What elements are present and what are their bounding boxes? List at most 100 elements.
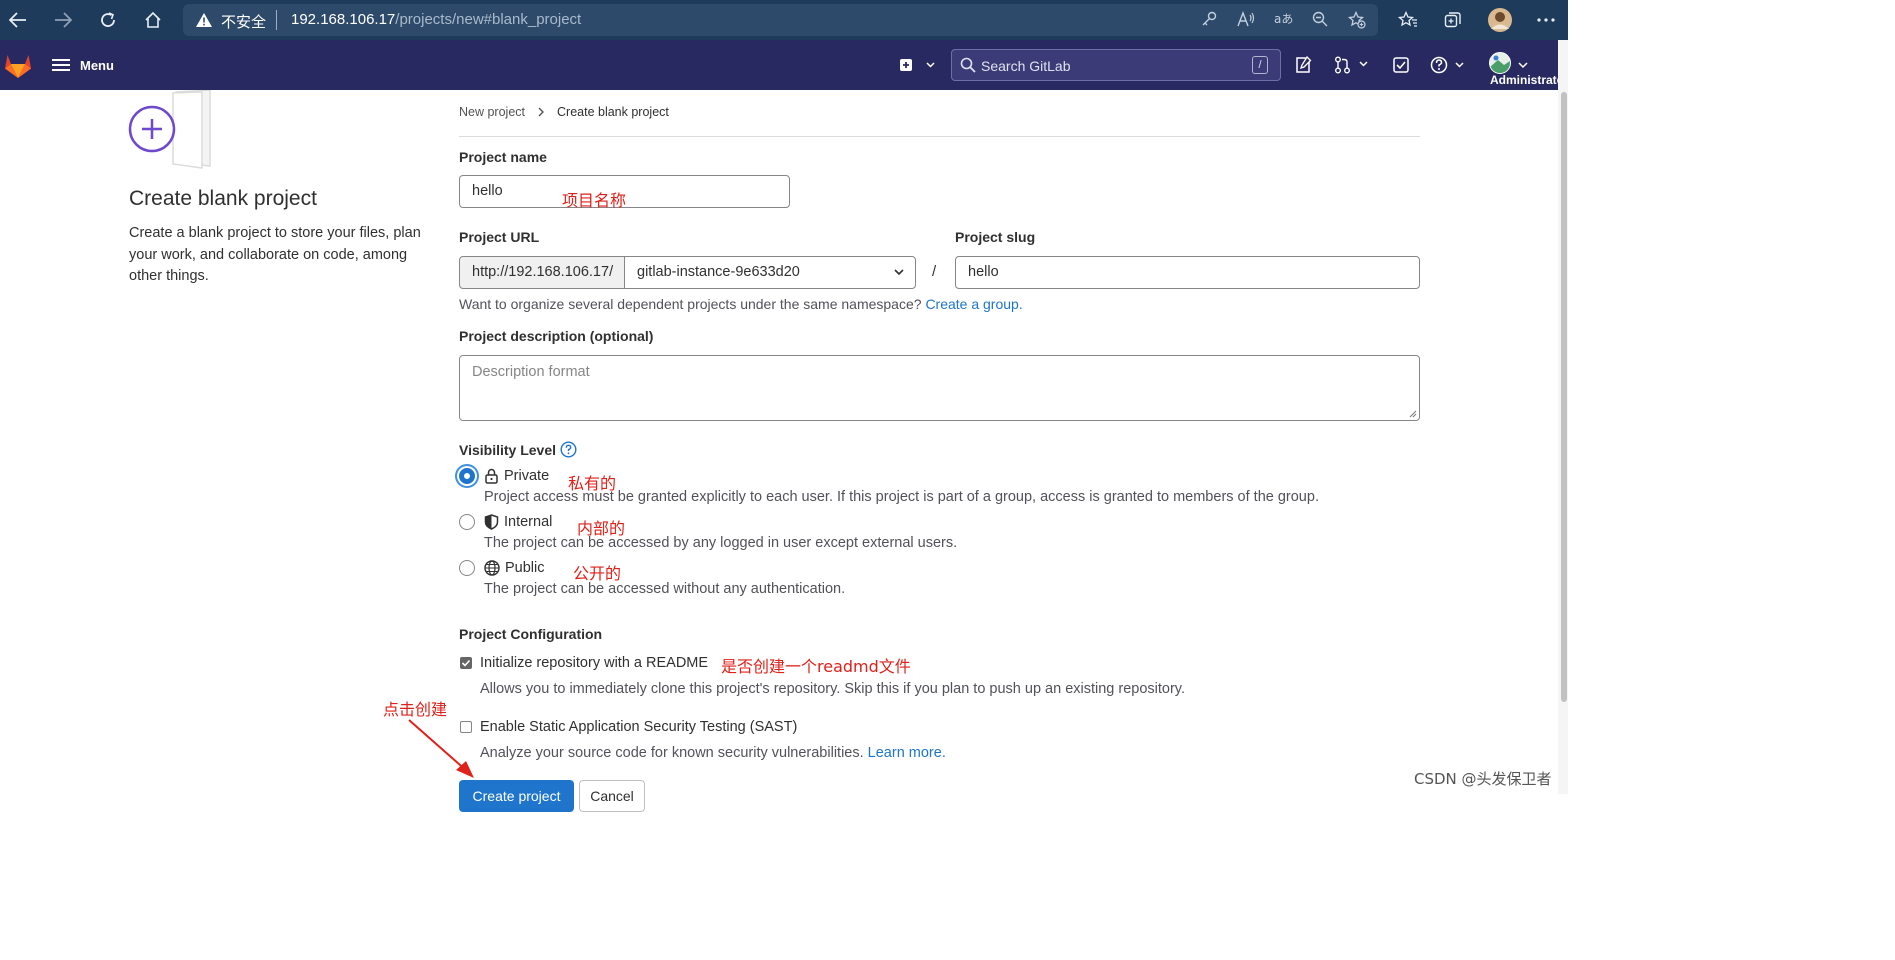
visibility-private-radio[interactable]	[459, 468, 475, 484]
sast-help: Analyze your source code for known secur…	[480, 745, 946, 761]
visibility-private-description: Project access must be granted explicitl…	[484, 489, 1319, 505]
zoom-out-icon[interactable]	[1312, 11, 1328, 31]
description-label: Project description (optional)	[459, 328, 654, 344]
learn-more-link[interactable]: Learn more.	[868, 745, 946, 761]
visibility-label: Visibility Level	[459, 441, 557, 458]
visibility-public-radio[interactable]	[459, 560, 475, 576]
chevron-right-icon	[538, 107, 544, 117]
visibility-private-option[interactable]: Private	[484, 468, 549, 484]
visibility-public-option[interactable]: Public	[484, 560, 545, 576]
plus-square-icon	[900, 59, 935, 71]
readme-checkbox[interactable]	[460, 657, 472, 669]
insecure-label[interactable]: 不安全	[221, 11, 266, 32]
description-placeholder: Description format	[472, 364, 590, 380]
user-avatar[interactable]	[1489, 52, 1511, 74]
globe-icon	[484, 560, 500, 576]
visibility-private-label: Private	[504, 468, 550, 484]
visibility-heading: Visibility Level	[459, 441, 577, 458]
search-shortcut-key: /	[1252, 56, 1268, 74]
url-slug-separator: /	[932, 263, 937, 280]
gitlab-header: Menu Search GitLab / Administrato	[0, 40, 1568, 90]
readme-help: Allows you to immediately clone this pro…	[480, 681, 1186, 697]
page-description: Create a blank project to store your fil…	[129, 225, 421, 284]
project-url-label: Project URL	[459, 229, 540, 245]
key-icon[interactable]	[1201, 11, 1217, 31]
breadcrumb-new-project[interactable]: New project	[459, 105, 525, 119]
description-textarea[interactable]: Description format	[459, 355, 1420, 421]
visibility-internal-label: Internal	[504, 514, 553, 530]
visibility-public-label: Public	[505, 560, 545, 576]
checkmark-icon	[461, 659, 471, 667]
create-group-link[interactable]: Create a group.	[925, 296, 1022, 312]
watermark: CSDN @头发保卫者	[1414, 770, 1552, 788]
menu-label: Menu	[80, 57, 114, 73]
address-bar[interactable]: 不安全 192.168.106.17/projects/new#blank_pr…	[183, 4, 1378, 36]
url-text[interactable]: 192.168.106.17/projects/new#blank_projec…	[291, 11, 581, 28]
breadcrumb-current: Create blank project	[557, 105, 669, 119]
header-divider	[459, 136, 1420, 137]
hamburger-icon	[52, 58, 70, 72]
search-icon	[960, 57, 976, 73]
breadcrumb: New project Create blank project	[459, 105, 669, 119]
visibility-internal-description: The project can be accessed by any logge…	[484, 535, 958, 551]
merge-requests-icon[interactable]	[1334, 53, 1368, 77]
collections-icon[interactable]	[1439, 6, 1467, 34]
svg-text:aあ: aあ	[1274, 12, 1293, 26]
scrollbar-thumb[interactable]	[1561, 92, 1567, 702]
annotation-readme: 是否创建一个readmd文件	[721, 657, 911, 676]
page-title: Create blank project	[129, 187, 317, 210]
warning-icon[interactable]	[195, 11, 213, 29]
todo-icon[interactable]	[1392, 53, 1410, 77]
namespace-help-text: Want to organize several dependent proje…	[459, 296, 922, 312]
visibility-internal-radio[interactable]	[459, 514, 475, 530]
lock-icon	[485, 468, 498, 484]
project-slug-value: hello	[968, 264, 999, 280]
new-dropdown-button[interactable]	[899, 53, 935, 77]
url-host: 192.168.106.17	[291, 11, 396, 28]
create-project-button[interactable]: Create project	[459, 780, 574, 812]
help-icon[interactable]	[1430, 53, 1466, 77]
shield-icon	[484, 514, 499, 530]
blank-project-illustration	[128, 90, 211, 169]
project-config-label: Project Configuration	[459, 626, 603, 642]
project-name-value: hello	[472, 183, 503, 199]
readme-label[interactable]: Initialize repository with a README	[480, 655, 708, 671]
annotation-project-name: 项目名称	[562, 191, 627, 210]
issues-icon[interactable]	[1294, 53, 1312, 77]
forward-icon[interactable]	[49, 6, 77, 34]
visibility-public-description: The project can be accessed without any …	[484, 581, 846, 597]
question-circle-icon[interactable]	[560, 441, 577, 458]
visibility-internal-option[interactable]: Internal	[484, 514, 552, 530]
project-url-prefix-value: http://192.168.106.17/	[472, 264, 614, 280]
favorites-icon[interactable]	[1394, 6, 1422, 34]
browser-toolbar: 不安全 192.168.106.17/projects/new#blank_pr…	[0, 0, 1568, 40]
sast-label[interactable]: Enable Static Application Security Testi…	[480, 719, 797, 735]
user-name-label[interactable]: Administrato	[1490, 73, 1564, 87]
search-box[interactable]: Search GitLab /	[951, 49, 1281, 81]
refresh-icon[interactable]	[94, 6, 122, 34]
project-slug-label: Project slug	[955, 229, 1036, 245]
gitlab-logo-icon[interactable]	[4, 52, 32, 79]
url-path: /projects/new#blank_project	[395, 11, 582, 28]
menu-button[interactable]: Menu	[52, 54, 114, 76]
annotation-arrow-icon	[408, 719, 474, 778]
namespace-select[interactable]: gitlab-instance-9e633d20	[624, 256, 916, 289]
namespace-help: Want to organize several dependent proje…	[459, 296, 1023, 312]
translate-icon[interactable]: aあ	[1274, 11, 1294, 31]
search-placeholder: Search GitLab	[981, 58, 1071, 74]
home-icon[interactable]	[139, 6, 167, 34]
profile-avatar-icon[interactable]	[1486, 6, 1514, 34]
chevron-down-icon	[894, 269, 904, 276]
resize-handle-icon[interactable]	[1409, 410, 1417, 418]
more-icon[interactable]	[1532, 6, 1560, 34]
sast-help-text: Analyze your source code for known secur…	[480, 745, 864, 761]
add-favorite-icon[interactable]	[1347, 10, 1366, 33]
project-name-label: Project name	[459, 149, 547, 165]
cancel-button[interactable]: Cancel	[579, 780, 645, 812]
namespace-value: gitlab-instance-9e633d20	[637, 264, 800, 280]
project-url-prefix: http://192.168.106.17/	[459, 256, 625, 289]
read-aloud-icon[interactable]	[1237, 11, 1255, 31]
url-divider	[276, 10, 277, 30]
project-slug-input[interactable]: hello	[955, 256, 1420, 289]
back-icon[interactable]	[4, 6, 32, 34]
